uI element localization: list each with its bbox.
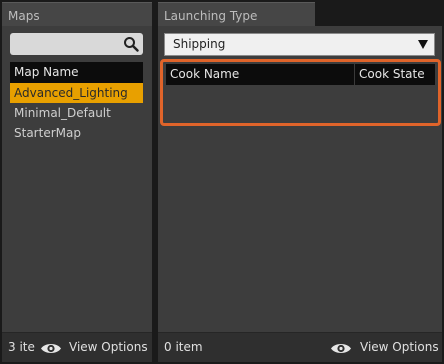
maps-item-count: 3 ite: [8, 340, 35, 354]
launching-type-dropdown[interactable]: Shipping: [164, 33, 435, 56]
cook-view-options-button[interactable]: View Options: [360, 340, 439, 354]
map-list-item-minimal-default[interactable]: Minimal_Default: [10, 103, 143, 123]
map-name-column-header[interactable]: Map Name: [10, 62, 143, 83]
eye-icon[interactable]: [330, 342, 352, 355]
map-list-item-advanced-lighting[interactable]: Advanced_Lighting: [10, 83, 143, 103]
dropdown-arrow-icon[interactable]: [418, 40, 428, 49]
maps-search-input[interactable]: [10, 33, 143, 55]
dropdown-selected-value: Shipping: [173, 37, 226, 51]
tab-maps[interactable]: Maps: [2, 2, 152, 26]
tab-launching-type[interactable]: Launching Type: [158, 2, 315, 26]
maps-view-options-button[interactable]: View Options: [69, 340, 148, 354]
map-list-item-startermap[interactable]: StarterMap: [10, 123, 143, 143]
search-icon[interactable]: [123, 36, 139, 52]
maps-footer: 3 ite View Options: [2, 332, 152, 362]
eye-icon[interactable]: [40, 342, 62, 355]
launching-type-footer: 0 item View Options: [158, 332, 442, 362]
cook-table-highlight: [160, 59, 441, 126]
cook-item-count: 0 item: [164, 340, 203, 354]
